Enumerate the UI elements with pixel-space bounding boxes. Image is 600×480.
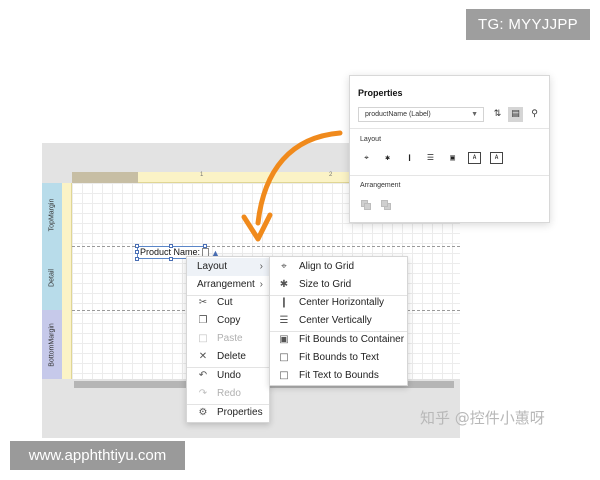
paste-icon: □ — [198, 333, 208, 344]
menu-item-label: Layout — [197, 261, 228, 272]
menu-item-cut[interactable]: ✂ Cut — [187, 294, 269, 312]
fit-container-icon[interactable]: ▣ — [446, 152, 459, 164]
resize-handle[interactable] — [135, 257, 139, 261]
panel-divider — [350, 175, 549, 176]
menu-item-label: Fit Text to Bounds — [299, 370, 379, 381]
menu-item-label: Arrangement — [197, 279, 255, 290]
menu-item-label: Undo — [217, 370, 241, 381]
resize-handle[interactable] — [169, 244, 173, 248]
menu-item-copy[interactable]: ❐ Copy — [187, 312, 269, 330]
categorized-view-icon[interactable]: ▤ — [508, 107, 523, 122]
copy-icon: ❐ — [198, 315, 208, 326]
send-to-back-icon[interactable] — [381, 200, 393, 211]
center-horizontal-icon[interactable]: ❙ — [403, 152, 416, 164]
band-label: Detail — [48, 269, 56, 287]
fit-text-icon[interactable]: A — [468, 152, 481, 164]
band-separator[interactable] — [72, 246, 460, 247]
band-bottommargin[interactable]: BottomMargin — [42, 310, 62, 379]
band-detail[interactable]: Detail — [42, 246, 62, 310]
arrangement-section-label: Arrangement — [360, 182, 401, 189]
properties-title: Properties — [358, 88, 403, 98]
menu-item-fit-text-to-bounds[interactable]: □ Fit Text to Bounds — [270, 367, 407, 385]
search-icon[interactable]: ⚲ — [527, 107, 542, 122]
menu-item-align-to-grid[interactable]: ⌖ Align to Grid — [270, 258, 407, 276]
chevron-down-icon: ▼ — [471, 111, 478, 118]
band-label: BottomMargin — [48, 322, 56, 367]
watermark-url-badge: www.apphthtiyu.com — [10, 441, 185, 470]
ruler-margin-area — [72, 172, 138, 183]
center-vertical-icon[interactable]: ☰ — [424, 152, 437, 164]
menu-item-paste[interactable]: □ Paste — [187, 330, 269, 348]
menu-item-label: Size to Grid — [299, 279, 352, 290]
fit-container-icon: ▣ — [279, 334, 289, 345]
vertical-ruler — [62, 183, 72, 379]
menu-item-undo[interactable]: ↶ Undo — [187, 367, 269, 385]
menu-item-center-horizontally[interactable]: ❙ Center Horizontally — [270, 294, 407, 312]
menu-item-label: Copy — [217, 315, 241, 326]
text-fit-icon[interactable]: A — [490, 152, 503, 164]
resize-handle[interactable] — [169, 257, 173, 261]
menu-item-arrangement[interactable]: Arrangement › — [187, 276, 269, 294]
object-selector-value: productName (Label) — [365, 111, 431, 118]
chevron-right-icon: › — [259, 261, 263, 272]
menu-item-label: Center Horizontally — [299, 297, 385, 308]
properties-icon: ⚙ — [198, 407, 208, 418]
close-icon: ✕ — [198, 351, 208, 362]
menu-item-properties[interactable]: ⚙ Properties — [187, 404, 269, 422]
size-grid-icon[interactable]: ✱ — [381, 152, 394, 164]
menu-item-delete[interactable]: ✕ Delete — [187, 348, 269, 366]
resize-handle[interactable] — [135, 250, 139, 254]
redo-icon: ↷ — [198, 388, 208, 399]
undo-icon: ↶ — [198, 370, 208, 381]
callout-arrow — [241, 130, 343, 242]
band-label: TopMargin — [48, 198, 56, 231]
band-headers: TopMargin Detail BottomMargin — [42, 183, 62, 379]
context-menu: Layout › Arrangement › ✂ Cut ❐ Copy □ Pa… — [186, 256, 270, 423]
object-selector-dropdown[interactable]: productName (Label) ▼ — [358, 107, 484, 122]
menu-item-fit-bounds-to-container[interactable]: ▣ Fit Bounds to Container — [270, 331, 407, 349]
layout-section-label: Layout — [360, 136, 382, 143]
layout-submenu: ⌖ Align to Grid ✱ Size to Grid ❙ Center … — [269, 256, 408, 386]
menu-item-label: Paste — [217, 333, 243, 344]
menu-item-label: Fit Bounds to Text — [299, 352, 379, 363]
menu-item-label: Delete — [217, 351, 246, 362]
watermark-badge: TG: MYYJJPP — [466, 9, 590, 40]
fit-text-icon: □ — [279, 352, 289, 363]
menu-item-redo[interactable]: ↷ Redo — [187, 385, 269, 403]
ruler-number: 1 — [200, 172, 204, 178]
center-horizontal-icon: ❙ — [279, 297, 289, 308]
menu-item-label: Center Vertically — [299, 315, 372, 326]
watermark-text: 知乎 @控件小蕙呀 — [420, 409, 545, 427]
chevron-right-icon: › — [259, 279, 263, 290]
menu-item-label: Cut — [217, 297, 233, 308]
menu-item-label: Align to Grid — [299, 261, 355, 272]
menu-item-label: Fit Bounds to Container — [299, 334, 405, 345]
align-grid-icon: ⌖ — [281, 261, 287, 272]
size-grid-icon: ✱ — [279, 279, 289, 290]
resize-handle[interactable] — [135, 244, 139, 248]
menu-item-size-to-grid[interactable]: ✱ Size to Grid — [270, 276, 407, 294]
menu-item-fit-bounds-to-text[interactable]: □ Fit Bounds to Text — [270, 349, 407, 367]
sort-icon[interactable]: ⇅ — [490, 107, 505, 122]
menu-item-label: Properties — [217, 407, 263, 418]
scissors-icon: ✂ — [198, 297, 208, 308]
text-fit-icon: □ — [279, 370, 289, 381]
bring-to-front-icon[interactable] — [361, 200, 373, 211]
center-vertical-icon: ☰ — [279, 315, 289, 326]
menu-item-center-vertically[interactable]: ☰ Center Vertically — [270, 312, 407, 330]
panel-divider — [350, 128, 549, 129]
band-topmargin[interactable]: TopMargin — [42, 183, 62, 246]
align-grid-icon[interactable]: ⌖ — [360, 152, 373, 164]
properties-panel: Properties productName (Label) ▼ ⇅ ▤ ⚲ L… — [349, 75, 550, 223]
menu-item-layout[interactable]: Layout › — [187, 258, 269, 276]
menu-item-label: Redo — [217, 388, 241, 399]
